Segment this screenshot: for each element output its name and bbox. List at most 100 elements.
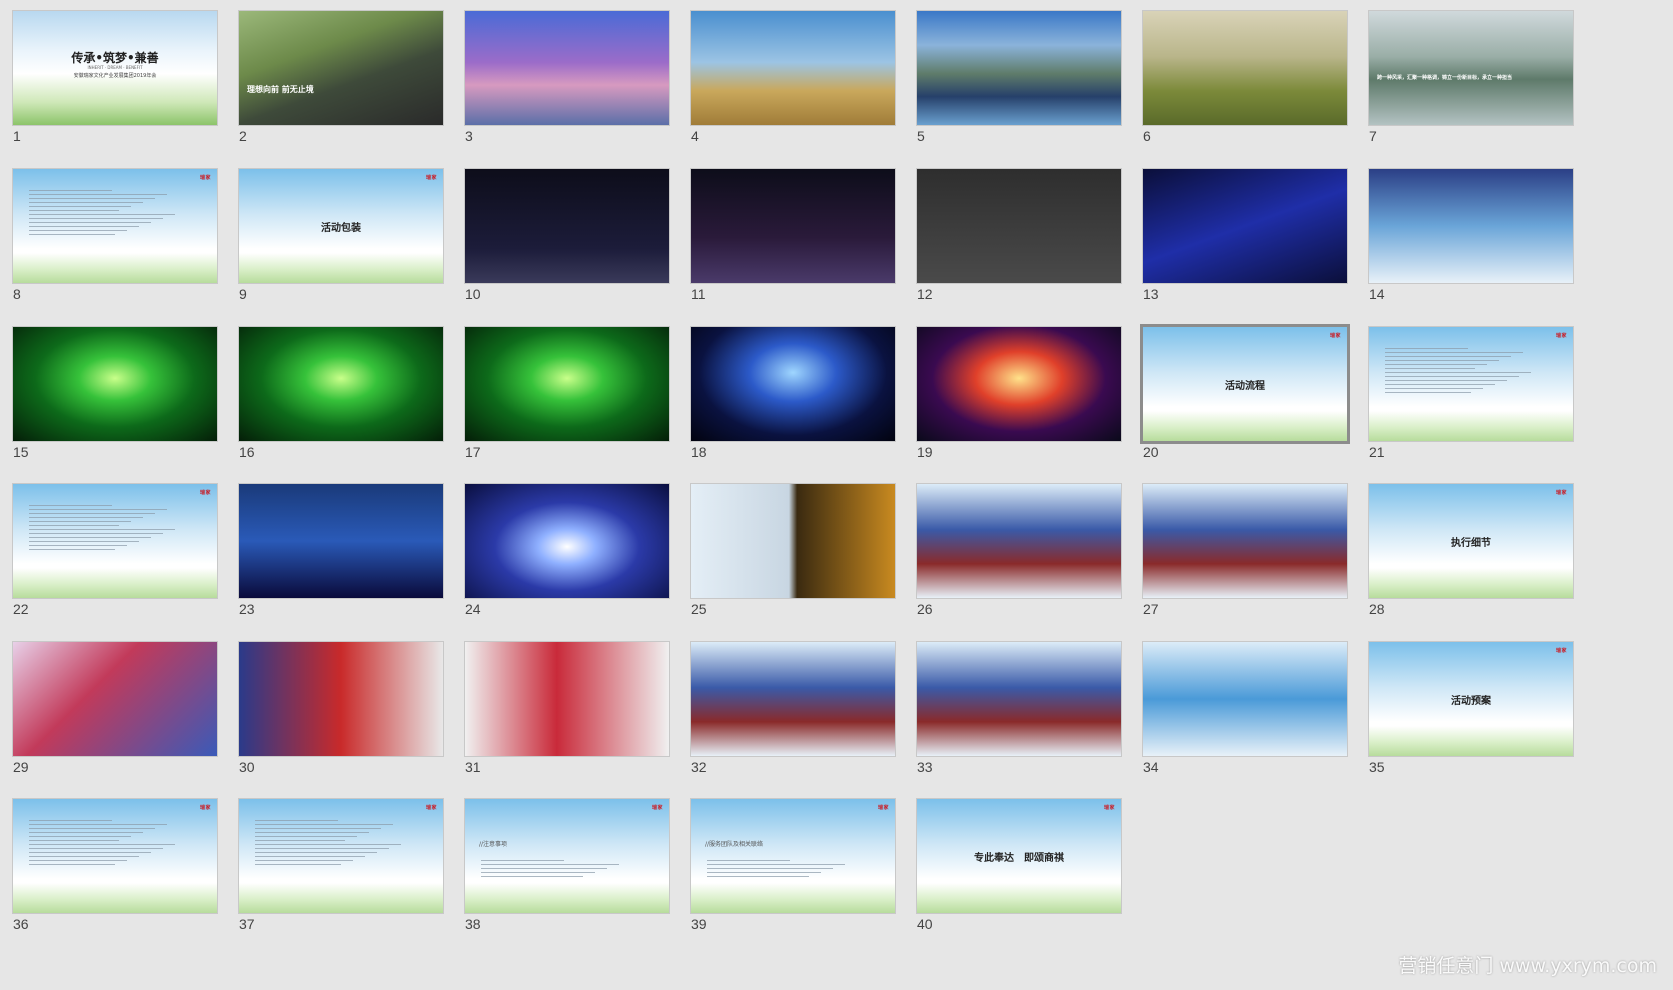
slide-grass-footer: [239, 883, 443, 913]
slide-preview: 瑞家: [12, 798, 218, 914]
slide-heading: //注意事项: [479, 841, 508, 848]
slide-logo: 瑞家: [199, 175, 211, 181]
slide-number: 6: [1143, 128, 1151, 144]
slide-thumbnail-11[interactable]: 11: [690, 168, 896, 308]
slide-thumbnail-8[interactable]: 瑞家 8: [12, 168, 218, 308]
slide-background: [917, 11, 1121, 125]
slide-preview: [464, 641, 670, 757]
slide-thumbnail-18[interactable]: 18: [690, 326, 896, 466]
slide-number: 15: [13, 444, 29, 460]
slide-number: 22: [13, 601, 29, 617]
slide-background: [239, 327, 443, 441]
slide-thumbnail-20[interactable]: 瑞家 活动流程 20: [1140, 324, 1350, 466]
slide-preview: 跨一种风采，汇聚一种格调，铸立一份新目标，承立一种担当: [1368, 10, 1574, 126]
slide-number: 33: [917, 759, 933, 775]
slide-background: [1369, 169, 1573, 283]
slide-preview: [690, 483, 896, 599]
slide-preview: [1142, 641, 1348, 757]
slide-grass-footer: [13, 568, 217, 598]
slide-thumbnail-33[interactable]: 33: [916, 641, 1122, 781]
slide-thumbnail-9[interactable]: 瑞家 活动包装 9: [238, 168, 444, 308]
slide-preview: 瑞家 活动包装: [238, 168, 444, 284]
slide-thumbnail-39[interactable]: 瑞家 //服务团队及相关联络 39: [690, 798, 896, 938]
slide-background: [239, 642, 443, 756]
slide-number: 32: [691, 759, 707, 775]
slide-heading: //服务团队及相关联络: [705, 841, 764, 848]
slide-text-lines: [29, 817, 179, 868]
slide-background: [691, 327, 895, 441]
slide-number: 14: [1369, 286, 1385, 302]
slide-background: [465, 642, 669, 756]
slide-number: 38: [465, 916, 481, 932]
slide-thumbnail-36[interactable]: 瑞家 36: [12, 798, 218, 938]
slide-thumbnail-40[interactable]: 瑞家 专此奉达 即颂商祺 40: [916, 798, 1122, 938]
slide-number: 35: [1369, 759, 1385, 775]
slide-grass-footer: [691, 883, 895, 913]
slide-sorter-grid: 传承•筑梦•兼善 INHERIT · DREAM · BENEFIT 安徽瑞家文化产…: [0, 0, 1673, 990]
slide-thumbnail-17[interactable]: 17: [464, 326, 670, 466]
slide-thumbnail-14[interactable]: 14: [1368, 168, 1574, 308]
slide-thumbnail-31[interactable]: 31: [464, 641, 670, 781]
slide-number: 23: [239, 601, 255, 617]
slide-thumbnail-30[interactable]: 30: [238, 641, 444, 781]
slide-background: [1143, 169, 1347, 283]
slide-thumbnail-38[interactable]: 瑞家 //注意事项 38: [464, 798, 670, 938]
slide-number: 2: [239, 128, 247, 144]
slide-logo: 瑞家: [1555, 648, 1567, 654]
slide-thumbnail-19[interactable]: 19: [916, 326, 1122, 466]
slide-thumbnail-32[interactable]: 32: [690, 641, 896, 781]
slide-background: [239, 484, 443, 598]
slide-logo: 瑞家: [1103, 805, 1115, 811]
slide-preview: [690, 326, 896, 442]
slide-text-lines: [29, 502, 179, 553]
slide-thumbnail-12[interactable]: 12: [916, 168, 1122, 308]
slide-thumbnail-1[interactable]: 传承•筑梦•兼善 INHERIT · DREAM · BENEFIT 安徽瑞家文化产…: [12, 10, 218, 150]
slide-thumbnail-28[interactable]: 瑞家 执行细节 28: [1368, 483, 1574, 623]
slide-text-lines: [29, 187, 179, 238]
slide-number: 3: [465, 128, 473, 144]
slide-grass-footer: [239, 253, 443, 283]
slide-thumbnail-13[interactable]: 13: [1142, 168, 1348, 308]
slide-thumbnail-6[interactable]: 6: [1142, 10, 1348, 150]
slide-title: 活动包装: [321, 223, 361, 234]
slide-thumbnail-4[interactable]: 4: [690, 10, 896, 150]
slide-thumbnail-15[interactable]: 15: [12, 326, 218, 466]
slide-thumbnail-2[interactable]: 理想向前 前无止境 2: [238, 10, 444, 150]
slide-background: [917, 327, 1121, 441]
slide-thumbnail-23[interactable]: 23: [238, 483, 444, 623]
slide-thumbnail-26[interactable]: 26: [916, 483, 1122, 623]
slide-number: 39: [691, 916, 707, 932]
slide-preview: [916, 326, 1122, 442]
slide-number: 36: [13, 916, 29, 932]
slide-thumbnail-35[interactable]: 瑞家 活动预案 35: [1368, 641, 1574, 781]
slide-text-lines: [1385, 345, 1535, 396]
slide-number: 28: [1369, 601, 1385, 617]
slide-thumbnail-16[interactable]: 16: [238, 326, 444, 466]
slide-preview: 理想向前 前无止境: [238, 10, 444, 126]
slide-number: 13: [1143, 286, 1159, 302]
slide-preview: 瑞家: [12, 168, 218, 284]
slide-thumbnail-24[interactable]: 24: [464, 483, 670, 623]
slide-thumbnail-21[interactable]: 瑞家 21: [1368, 326, 1574, 466]
slide-thumbnail-29[interactable]: 29: [12, 641, 218, 781]
slide-preview: [12, 326, 218, 442]
slide-thumbnail-3[interactable]: 3: [464, 10, 670, 150]
slide-thumbnail-27[interactable]: 27: [1142, 483, 1348, 623]
slide-thumbnail-22[interactable]: 瑞家 22: [12, 483, 218, 623]
slide-number: 7: [1369, 128, 1377, 144]
slide-background: [917, 169, 1121, 283]
slide-number: 17: [465, 444, 481, 460]
slide-thumbnail-34[interactable]: 34: [1142, 641, 1348, 781]
slide-thumbnail-25[interactable]: 25: [690, 483, 896, 623]
slide-thumbnail-37[interactable]: 瑞家 37: [238, 798, 444, 938]
slide-logo: 瑞家: [199, 805, 211, 811]
slide-thumbnail-10[interactable]: 10: [464, 168, 670, 308]
slide-thumbnail-5[interactable]: 5: [916, 10, 1122, 150]
slide-background: [1143, 11, 1347, 125]
slide-thumbnail-7[interactable]: 跨一种风采，汇聚一种格调，铸立一份新目标，承立一种担当 7: [1368, 10, 1574, 150]
slide-preview: [690, 10, 896, 126]
slide-text-lines: [255, 817, 405, 868]
slide-preview: 瑞家: [1368, 326, 1574, 442]
slide-number: 37: [239, 916, 255, 932]
slide-background: [1143, 484, 1347, 598]
